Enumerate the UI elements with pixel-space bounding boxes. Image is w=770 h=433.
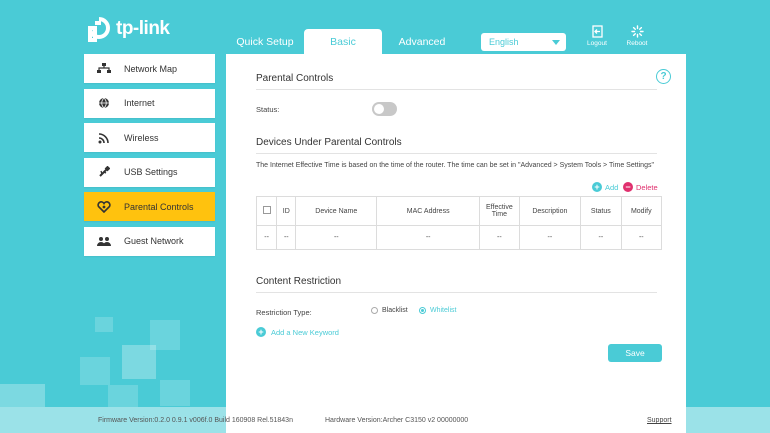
logout-button[interactable]: Logout [580,25,614,47]
tab-quick-setup[interactable]: Quick Setup [226,29,304,54]
content-restriction-title: Content Restriction [256,276,342,287]
radio-blacklist[interactable]: Blacklist [371,307,408,314]
time-note: The Internet Effective Time is based on … [256,162,654,169]
tab-basic[interactable]: Basic [304,29,382,54]
column-header: ID [276,196,297,226]
table-cell: -- [518,225,582,250]
column-header: Device Name [295,196,378,226]
sidebar-item-parental-controls[interactable]: Parental Controls [84,192,215,221]
radio-whitelist[interactable]: Whitelist [419,307,456,314]
sidebar-item-usb-settings[interactable]: USB Settings [84,157,215,187]
help-icon[interactable]: ? [656,69,671,84]
add-button[interactable]: + Add [592,182,618,192]
language-value: English [489,37,519,47]
main-tabs: Quick Setup Basic Advanced [226,29,462,54]
save-button[interactable]: Save [608,344,662,362]
toggle-knob [374,104,384,114]
sidebar-item-label: Parental Controls [124,201,194,212]
tp-link-logo: tp-link [84,14,170,44]
table-cell: -- [580,225,622,250]
devices-table: ID Device Name MAC Address Effective Tim… [255,196,663,250]
sidebar-item-label: USB Settings [124,167,178,177]
delete-label: Delete [636,182,658,192]
guest-icon [84,236,124,247]
background-decoration [0,384,45,407]
column-header: Effective Time [479,196,520,226]
radio-circle [419,307,426,314]
divider [256,292,657,293]
hardware-version: Hardware Version:Archer C3150 v2 0000000… [325,417,469,424]
column-header: MAC Address [376,196,481,226]
logout-icon [591,25,603,38]
plus-icon: + [592,182,602,192]
sidebar: Network Map Internet Wireless USB Settin… [84,54,215,261]
sidebar-item-label: Wireless [124,132,159,143]
table-cell: -- [295,225,378,250]
delete-button[interactable]: − Delete [623,182,658,192]
minus-icon: − [623,182,633,192]
divider [256,153,657,154]
divider [256,89,657,90]
column-header: Status [580,196,622,226]
logo-text: tp-link [116,18,170,39]
sidebar-item-guest-network[interactable]: Guest Network [84,226,215,256]
add-label: Add [605,182,619,192]
chevron-down-icon [552,39,560,45]
sidebar-item-label: Network Map [124,63,178,74]
background-decoration [122,345,156,379]
radio-circle [371,307,378,314]
table-cell: -- [620,225,663,250]
background-decoration [160,380,190,406]
radio-label: Whitelist [430,307,457,314]
wifi-icon [84,132,124,144]
column-header: Modify [620,196,663,226]
column-header: Description [518,196,582,226]
tp-link-logo-icon [84,15,112,43]
usb-icon [84,166,124,178]
reboot-icon [630,25,644,38]
sidebar-item-network-map[interactable]: Network Map [84,54,215,83]
language-select[interactable]: English [481,33,566,51]
radio-label: Blacklist [382,307,408,314]
support-link[interactable]: Support [647,417,672,424]
status-toggle[interactable] [372,102,397,116]
sidebar-item-internet[interactable]: Internet [84,88,215,118]
restriction-type-label: Restriction Type: [256,308,312,317]
sidebar-item-wireless[interactable]: Wireless [84,123,215,152]
status-label: Status: [256,105,280,114]
background-decoration [108,385,138,407]
table-header-row: ID Device Name MAC Address Effective Tim… [255,196,663,226]
logout-label: Logout [587,40,607,47]
footer: Firmware Version:0.2.0 0.9.1 v006f.0 Bui… [0,407,770,433]
main-panel: Parental Controls ? Status: Devices Unde… [226,54,686,433]
table-cell: -- [255,225,278,250]
network-map-icon [84,63,124,74]
firmware-version: Firmware Version:0.2.0 0.9.1 v006f.0 Bui… [98,417,293,424]
parental-controls-title: Parental Controls [256,73,334,84]
plus-icon: + [256,327,266,337]
background-decoration [95,317,113,332]
heart-icon [84,200,124,213]
table-row: -- -- -- -- -- -- -- -- [255,225,663,250]
sidebar-item-label: Guest Network [124,236,184,246]
select-all-checkbox[interactable] [262,206,271,214]
table-cell: -- [376,225,481,250]
reboot-button[interactable]: Reboot [620,25,654,47]
globe-icon [84,97,124,109]
background-decoration [80,357,110,385]
table-cell: -- [276,225,297,250]
add-keyword-label: Add a New Keyword [271,327,339,337]
devices-title: Devices Under Parental Controls [256,137,402,148]
select-all-cell [255,196,278,226]
table-cell: -- [479,225,520,250]
add-keyword-button[interactable]: + Add a New Keyword [256,327,339,337]
reboot-label: Reboot [626,40,648,47]
tab-advanced[interactable]: Advanced [382,29,462,54]
sidebar-item-label: Internet [124,98,155,108]
